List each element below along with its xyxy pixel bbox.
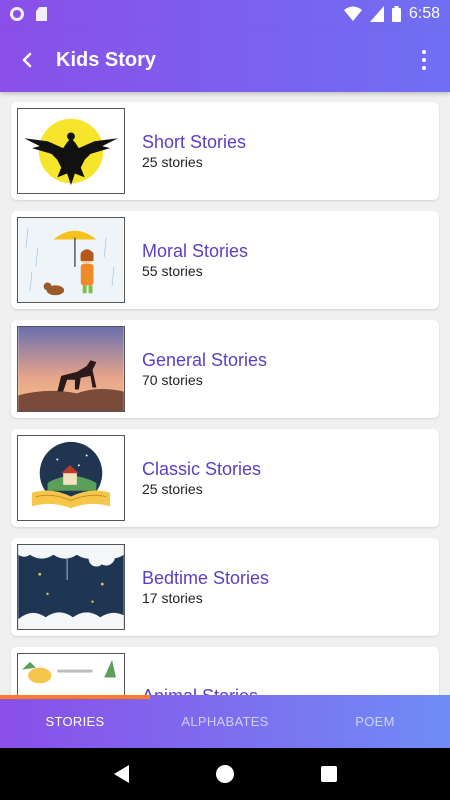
wifi-icon — [343, 6, 362, 21]
story-title: Classic Stories — [142, 459, 262, 479]
eagle-silhouette-icon — [18, 109, 124, 193]
notification-dot-icon — [10, 7, 24, 21]
card-text: Animal Stories — [142, 685, 258, 695]
card-text: Moral Stories 55 stories — [142, 240, 248, 280]
card-text: General Stories 70 stories — [142, 349, 267, 389]
story-card-short[interactable]: Short Stories 25 stories — [11, 102, 439, 200]
story-count: 70 stories — [142, 372, 203, 388]
short-stories-thumbnail — [17, 108, 125, 194]
sd-card-icon — [36, 7, 47, 21]
open-book-night-illustration-icon — [18, 436, 124, 520]
more-vert-icon — [422, 50, 426, 54]
story-title: Moral Stories — [142, 241, 249, 261]
tab-alphabates[interactable]: ALPHABATES — [150, 695, 300, 748]
story-title: Short Stories — [142, 132, 247, 152]
nav-home-icon[interactable] — [215, 765, 234, 783]
status-bar: 6:58 — [0, 0, 450, 28]
horse-sunset-illustration-icon — [18, 327, 124, 411]
animal-stories-thumbnail — [17, 653, 125, 695]
system-nav-bar — [0, 748, 450, 800]
tab-indicator — [0, 695, 150, 699]
nav-recents-icon[interactable] — [320, 766, 337, 782]
story-card-bedtime[interactable]: Bedtime Stories 17 stories — [11, 538, 439, 636]
classic-stories-thumbnail — [17, 435, 125, 521]
story-count: 25 stories — [142, 481, 203, 497]
story-title: General Stories — [142, 350, 268, 370]
story-list[interactable]: Short Stories 25 stories Moral Stories 5… — [0, 92, 450, 695]
moon-clouds-illustration-icon — [18, 545, 124, 629]
general-stories-thumbnail — [17, 326, 125, 412]
story-card-moral[interactable]: Moral Stories 55 stories — [11, 211, 439, 309]
story-count: 17 stories — [142, 590, 203, 606]
card-text: Short Stories 25 stories — [142, 131, 246, 171]
story-title: Animal Stories — [142, 685, 258, 695]
back-button[interactable] — [14, 46, 42, 74]
status-left — [10, 7, 47, 21]
card-text: Classic Stories 25 stories — [142, 458, 261, 498]
status-right: 6:58 — [343, 5, 440, 23]
story-count: 55 stories — [142, 263, 203, 279]
story-card-animal[interactable]: Animal Stories — [11, 647, 439, 695]
story-title: Bedtime Stories — [142, 568, 270, 588]
app-title: Kids Story — [56, 48, 157, 71]
tab-poem[interactable]: POEM — [300, 695, 450, 748]
app-bar: Kids Story — [0, 28, 450, 92]
card-text: Bedtime Stories 17 stories — [142, 567, 269, 607]
animal-illustration-icon — [18, 654, 124, 695]
moral-stories-thumbnail — [17, 217, 125, 303]
bedtime-stories-thumbnail — [17, 544, 125, 630]
story-count: 25 stories — [142, 154, 203, 170]
more-options-button[interactable] — [412, 45, 436, 75]
bottom-tab-bar: STORIES ALPHABATES POEM — [0, 695, 450, 748]
girl-umbrella-illustration-icon — [18, 218, 124, 302]
cell-signal-icon — [369, 6, 384, 22]
battery-icon — [391, 6, 401, 22]
tab-stories[interactable]: STORIES — [0, 695, 150, 748]
story-card-general[interactable]: General Stories 70 stories — [11, 320, 439, 418]
status-time: 6:58 — [408, 5, 440, 22]
arrow-back-icon — [22, 52, 32, 68]
story-card-classic[interactable]: Classic Stories 25 stories — [11, 429, 439, 527]
nav-back-icon[interactable] — [113, 765, 129, 783]
